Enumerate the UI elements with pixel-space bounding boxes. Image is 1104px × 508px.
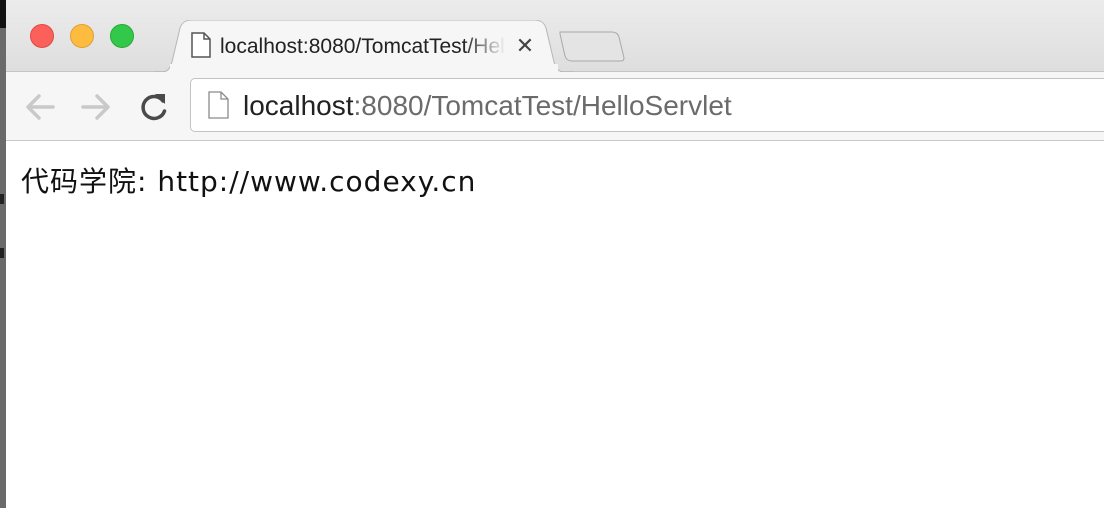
tab-close-icon[interactable]: ✕ — [514, 35, 536, 57]
window-minimize-button[interactable] — [70, 24, 94, 48]
url-host: localhost — [243, 90, 354, 121]
page-icon — [207, 91, 229, 119]
reload-icon — [141, 94, 167, 121]
url-path: :8080/TomcatTest/HelloServlet — [353, 90, 732, 121]
page-icon — [190, 32, 212, 58]
forward-button[interactable] — [78, 90, 114, 124]
address-url: localhost:8080/TomcatTest/HelloServlet — [243, 90, 732, 122]
back-button[interactable] — [22, 90, 58, 124]
screen: localhost:8080/TomcatTest/HelloServlet ✕ — [0, 0, 1104, 508]
tab-title: localhost:8080/TomcatTest/HelloServlet — [220, 35, 506, 58]
page-body-text: 代码学院: http://www.codexy.cn — [21, 165, 477, 198]
toolbar: localhost:8080/TomcatTest/HelloServlet — [6, 72, 1104, 141]
active-tab[interactable]: localhost:8080/TomcatTest/HelloServlet ✕ — [154, 20, 574, 72]
tab-strip: localhost:8080/TomcatTest/HelloServlet ✕ — [6, 0, 1104, 72]
browser-window: localhost:8080/TomcatTest/HelloServlet ✕ — [6, 0, 1104, 508]
background-window-fragment — [0, 248, 4, 258]
page-content: 代码学院: http://www.codexy.cn — [6, 141, 1104, 508]
arrow-right-icon — [81, 94, 110, 120]
reload-button[interactable] — [136, 90, 172, 124]
new-tab-button[interactable] — [558, 30, 626, 62]
window-close-button[interactable] — [30, 24, 54, 48]
arrow-left-icon — [26, 94, 55, 120]
address-bar[interactable]: localhost:8080/TomcatTest/HelloServlet — [190, 78, 1104, 132]
background-window-fragment — [0, 194, 4, 204]
window-zoom-button[interactable] — [110, 24, 134, 48]
